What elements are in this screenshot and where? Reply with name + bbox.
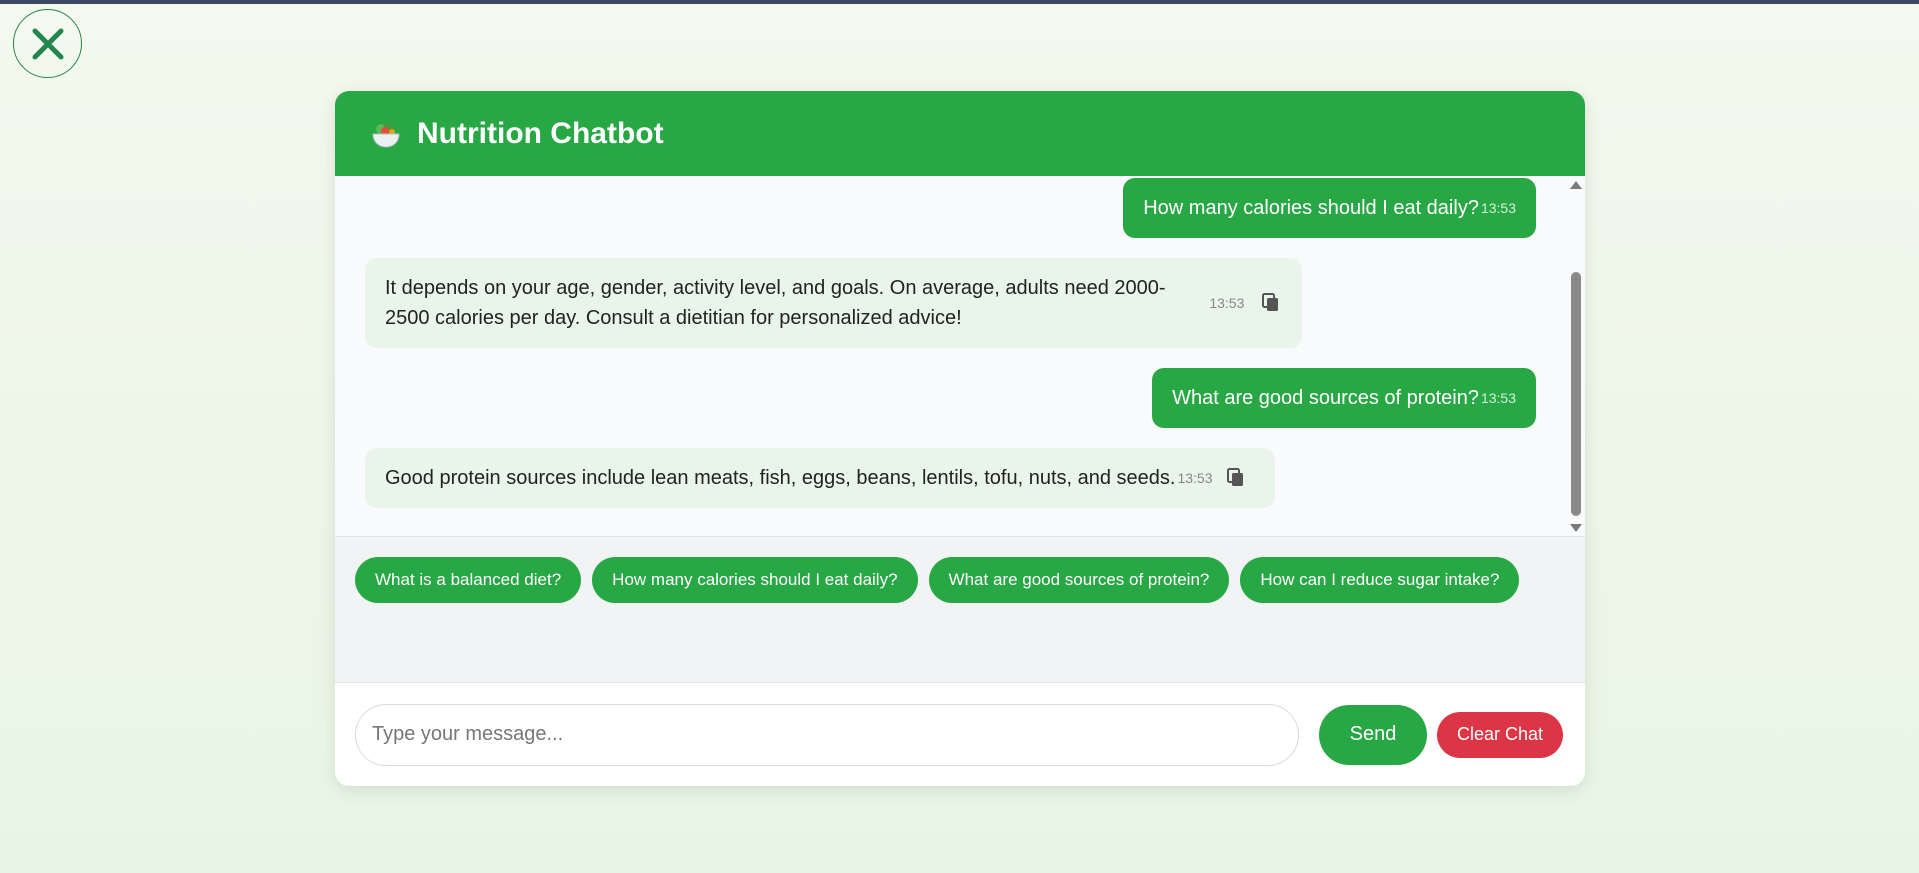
message-scrollbar[interactable] (1567, 176, 1585, 536)
message-text: It depends on your age, gender, activity… (385, 277, 1166, 329)
scroll-up-arrow-icon[interactable] (1570, 181, 1582, 189)
message-timestamp: 13:53 (1177, 470, 1213, 486)
scroll-down-arrow-icon[interactable] (1570, 524, 1582, 532)
message-text: How many calories should I eat daily? (1143, 197, 1479, 219)
send-button[interactable]: Send (1319, 704, 1427, 765)
close-x-icon (30, 26, 66, 62)
salad-bowl-icon (369, 118, 403, 150)
suggestion-chip[interactable]: How many calories should I eat daily? (592, 557, 918, 603)
suggestion-chip[interactable]: What are good sources of protein? (928, 557, 1230, 603)
close-button[interactable] (13, 9, 82, 78)
bot-message: It depends on your age, gender, activity… (365, 258, 1302, 348)
message-input[interactable] (355, 703, 1299, 766)
copy-icon[interactable] (1225, 467, 1247, 489)
message-timestamp: 13:53 (1209, 295, 1245, 311)
message-timestamp: 13:53 (1480, 200, 1516, 216)
suggestion-chips: What is a balanced diet? How many calori… (335, 537, 1585, 683)
user-message: How many calories should I eat daily? 13:… (1123, 178, 1536, 238)
bot-message: Good protein sources include lean meats,… (365, 448, 1275, 508)
suggestion-chip[interactable]: How can I reduce sugar intake? (1240, 557, 1520, 603)
message-text: What are good sources of protein? (1172, 387, 1479, 409)
copy-icon[interactable] (1260, 292, 1282, 314)
chat-window: Nutrition Chatbot How many calories shou… (335, 91, 1585, 786)
suggestion-chip[interactable]: What is a balanced diet? (355, 557, 582, 603)
user-message: What are good sources of protein? 13:53 (1152, 368, 1536, 428)
chat-title: Nutrition Chatbot (417, 116, 664, 150)
message-timestamp: 13:53 (1480, 390, 1516, 406)
chat-header: Nutrition Chatbot (335, 91, 1585, 176)
clear-chat-button[interactable]: Clear Chat (1437, 711, 1563, 758)
message-list[interactable]: How many calories should I eat daily? 13:… (335, 176, 1585, 537)
scrollbar-thumb[interactable] (1571, 272, 1581, 516)
message-text: Good protein sources include lean meats,… (385, 467, 1176, 489)
top-border (0, 0, 1919, 4)
input-bar: Send Clear Chat (335, 683, 1585, 786)
